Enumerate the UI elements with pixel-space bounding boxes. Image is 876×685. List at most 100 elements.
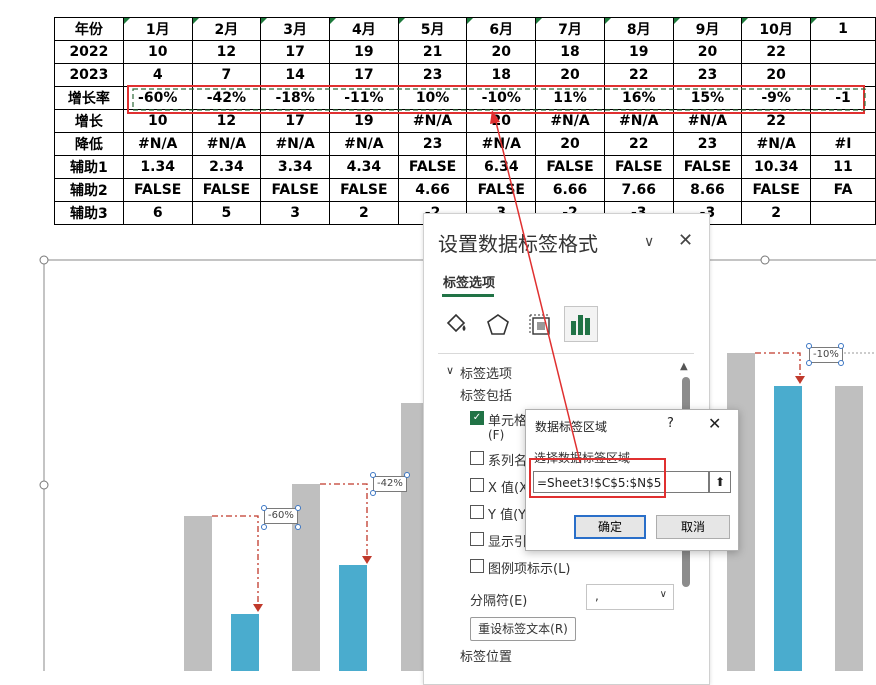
table-cell[interactable]: 降低 xyxy=(54,132,124,156)
table-cell[interactable]: 20 xyxy=(535,63,605,87)
table-header-cell[interactable]: 3月 xyxy=(260,17,330,41)
table-cell[interactable]: -11% xyxy=(329,86,399,110)
table-cell[interactable]: FALSE xyxy=(535,155,605,179)
table-header-cell[interactable]: 5月 xyxy=(397,17,468,41)
ok-button[interactable]: 确定 xyxy=(574,515,646,539)
checkbox-icon[interactable] xyxy=(470,478,484,492)
table-cell[interactable]: 4 xyxy=(122,63,193,87)
table-cell[interactable] xyxy=(810,40,876,64)
table-cell[interactable]: 7 xyxy=(191,63,262,87)
table-cell[interactable]: 19 xyxy=(603,40,674,64)
table-cell[interactable]: #N/A xyxy=(122,132,193,156)
table-cell[interactable]: 20 xyxy=(466,40,537,64)
table-cell[interactable]: 22 xyxy=(603,132,674,156)
table-cell[interactable]: FALSE xyxy=(397,155,468,179)
close-icon[interactable]: ✕ xyxy=(678,230,693,251)
table-cell[interactable]: 20 xyxy=(672,40,743,64)
table-header-cell[interactable]: 年份 xyxy=(54,17,124,41)
table-cell[interactable]: 14 xyxy=(260,63,330,87)
table-cell[interactable]: 2.34 xyxy=(191,155,262,179)
table-header-cell[interactable]: 2月 xyxy=(191,17,262,41)
table-cell[interactable]: #N/A xyxy=(535,109,605,133)
table-cell[interactable]: 2022 xyxy=(54,40,124,64)
table-cell[interactable]: #N/A xyxy=(191,132,262,156)
table-cell[interactable]: 10 xyxy=(122,109,193,133)
label-handle[interactable] xyxy=(806,343,812,349)
table-cell[interactable]: 6 xyxy=(122,201,193,225)
table-cell[interactable]: -1 xyxy=(810,86,876,110)
help-icon[interactable]: ? xyxy=(667,416,674,431)
checkbox-icon[interactable] xyxy=(470,451,484,465)
table-cell[interactable]: 8.66 xyxy=(672,178,743,202)
table-cell[interactable]: 10% xyxy=(397,86,468,110)
table-cell[interactable]: -10% xyxy=(466,86,537,110)
cancel-button[interactable]: 取消 xyxy=(656,515,730,539)
table-cell[interactable]: FALSE xyxy=(122,178,193,202)
table-cell[interactable]: 21 xyxy=(397,40,468,64)
table-cell[interactable]: 20 xyxy=(741,63,812,87)
table-cell[interactable]: FALSE xyxy=(466,178,537,202)
label-handle[interactable] xyxy=(295,505,301,511)
table-header-cell[interactable]: 4月 xyxy=(329,17,399,41)
chevron-down-icon[interactable]: ∨ xyxy=(660,589,667,600)
table-cell[interactable]: 23 xyxy=(397,132,468,156)
table-cell[interactable]: 17 xyxy=(329,63,399,87)
table-cell[interactable]: FA xyxy=(810,178,876,202)
table-cell[interactable]: 23 xyxy=(397,63,468,87)
table-cell[interactable]: #N/A xyxy=(397,109,468,133)
table-cell[interactable]: 23 xyxy=(672,132,743,156)
data-label-jan[interactable]: -60% xyxy=(264,508,298,524)
table-cell[interactable]: 3 xyxy=(260,201,330,225)
table-cell[interactable]: 辅助1 xyxy=(54,155,124,179)
effects-pentagon-icon[interactable] xyxy=(484,311,512,339)
table-cell[interactable]: #N/A xyxy=(741,132,812,156)
table-cell[interactable] xyxy=(810,201,876,225)
checkbox-icon[interactable] xyxy=(470,559,484,573)
table-cell[interactable]: FALSE xyxy=(329,178,399,202)
table-cell[interactable]: 22 xyxy=(603,63,674,87)
data-label-feb[interactable]: -42% xyxy=(373,476,407,492)
separator-dropdown[interactable]: , ∨ xyxy=(586,584,674,610)
reset-label-text-button[interactable]: 重设标签文本(R) xyxy=(470,617,576,641)
table-cell[interactable]: FALSE xyxy=(603,155,674,179)
table-cell[interactable]: 辅助3 xyxy=(54,201,124,225)
label-handle[interactable] xyxy=(370,472,376,478)
table-cell[interactable]: 15% xyxy=(672,86,743,110)
label-handle[interactable] xyxy=(261,524,267,530)
table-cell[interactable]: -42% xyxy=(191,86,262,110)
table-cell[interactable]: 7.66 xyxy=(603,178,674,202)
label-handle[interactable] xyxy=(295,524,301,530)
table-cell[interactable]: 4.34 xyxy=(329,155,399,179)
collapse-dialog-icon[interactable]: ⬆ xyxy=(709,471,731,493)
scroll-up-icon[interactable]: ▲ xyxy=(680,361,688,372)
table-header-cell[interactable]: 8月 xyxy=(603,17,674,41)
table-cell[interactable]: 20 xyxy=(535,132,605,156)
table-cell[interactable]: -60% xyxy=(122,86,193,110)
table-cell[interactable]: #N/A xyxy=(672,109,743,133)
table-header-cell[interactable]: 10月 xyxy=(741,17,812,41)
section-title[interactable]: 标签选项 xyxy=(460,363,512,382)
table-cell[interactable]: #N/A xyxy=(329,132,399,156)
table-cell[interactable]: #I xyxy=(810,132,876,156)
table-cell[interactable]: 19 xyxy=(329,40,399,64)
table-cell[interactable]: FALSE xyxy=(260,178,330,202)
checkbox-icon[interactable] xyxy=(470,532,484,546)
table-cell[interactable]: 增长率 xyxy=(54,86,124,110)
tab-label-options[interactable]: 标签选项 xyxy=(443,272,495,291)
table-cell[interactable]: 4.66 xyxy=(397,178,468,202)
table-cell[interactable]: 6.66 xyxy=(535,178,605,202)
label-handle[interactable] xyxy=(806,360,812,366)
table-cell[interactable]: 11% xyxy=(535,86,605,110)
table-header-cell[interactable]: 6月 xyxy=(466,17,537,41)
label-handle[interactable] xyxy=(838,343,844,349)
table-cell[interactable]: #N/A xyxy=(466,132,537,156)
label-options-tab-button[interactable] xyxy=(564,306,598,342)
table-cell[interactable]: 10.34 xyxy=(741,155,812,179)
table-cell[interactable]: 12 xyxy=(191,40,262,64)
label-handle[interactable] xyxy=(261,505,267,511)
table-cell[interactable]: -18% xyxy=(260,86,330,110)
checkbox-checked-icon[interactable]: ✓ xyxy=(470,411,484,425)
table-header-cell[interactable]: 9月 xyxy=(672,17,743,41)
table-cell[interactable]: 10 xyxy=(122,40,193,64)
table-cell[interactable]: -9% xyxy=(741,86,812,110)
